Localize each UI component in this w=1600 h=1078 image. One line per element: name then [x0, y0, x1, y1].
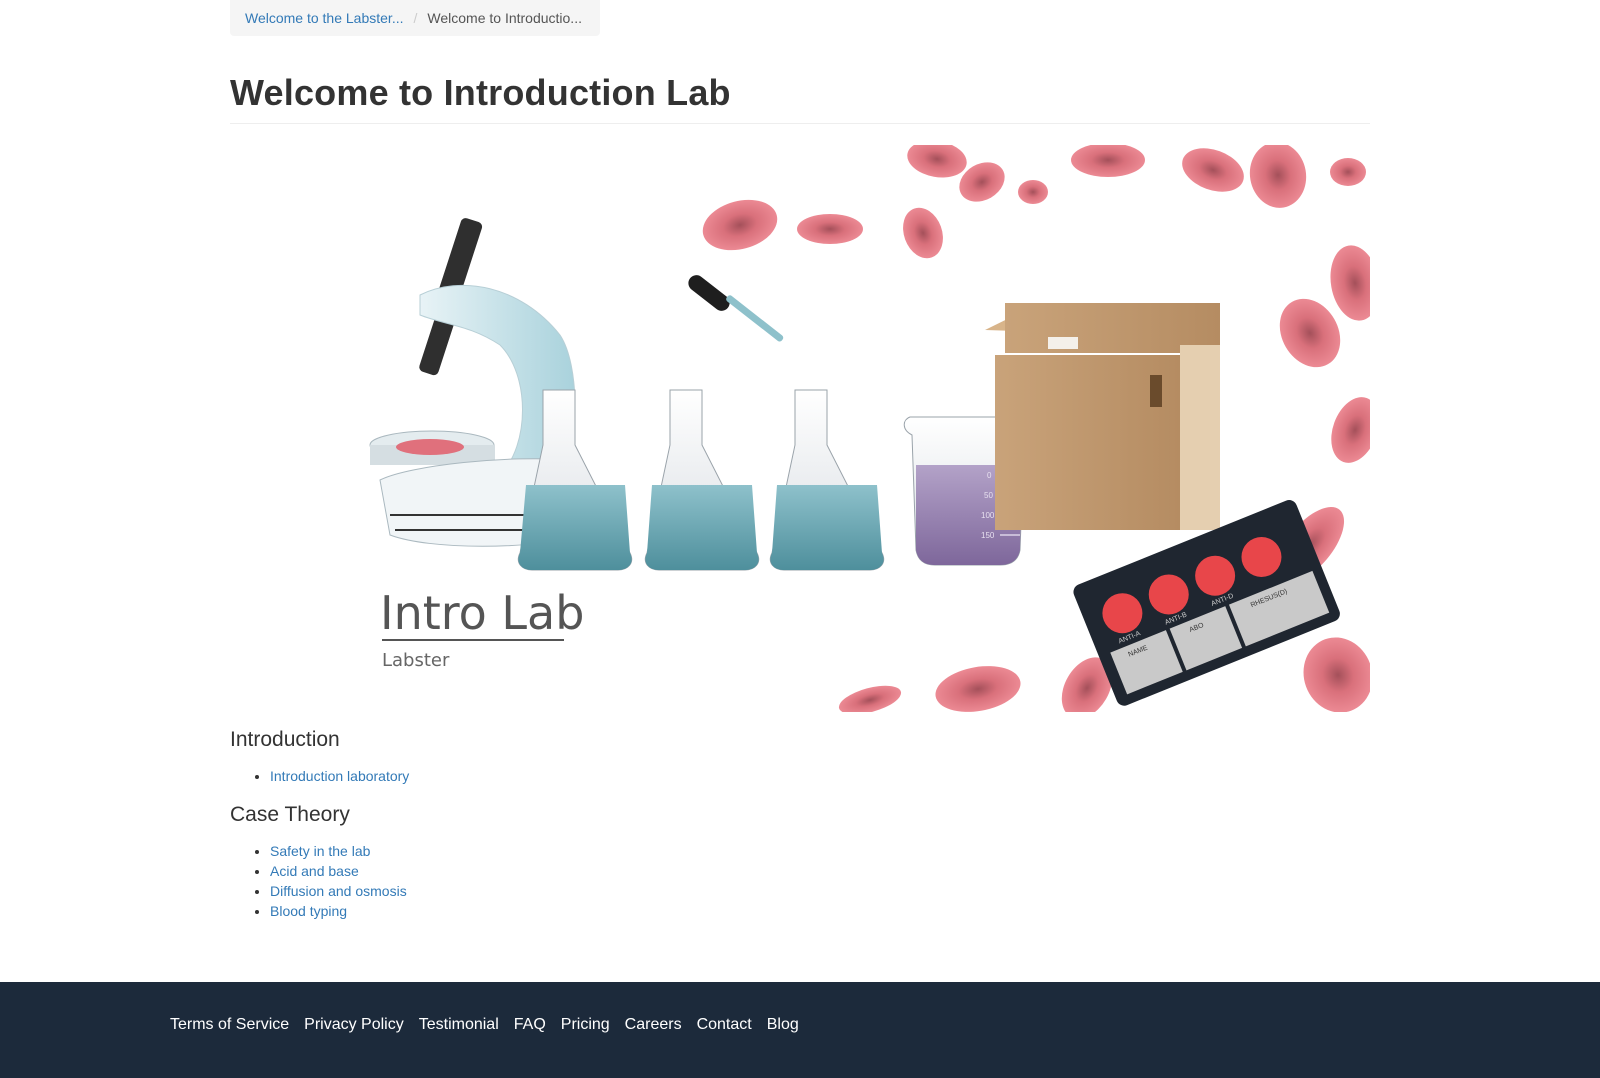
list-item: Safety in the lab — [270, 841, 407, 861]
logo-subtitle: Labster — [382, 650, 450, 671]
breadcrumb-current: Welcome to Introductio... — [427, 10, 582, 26]
flasks-illustration — [517, 389, 885, 571]
footer-link-careers[interactable]: Careers — [625, 1016, 682, 1034]
footer-link-testimonial[interactable]: Testimonial — [419, 1016, 499, 1034]
list-item: Blood typing — [270, 901, 407, 921]
beaker-mark: 50 — [984, 491, 993, 500]
beaker-mark: 100 — [981, 511, 995, 520]
site-footer: Terms of Service Privacy Policy Testimon… — [0, 982, 1600, 1078]
breadcrumb-separator: / — [413, 10, 418, 26]
section-case-theory-title: Case Theory — [230, 803, 350, 826]
footer-link-blog[interactable]: Blog — [767, 1016, 799, 1034]
list-item: Introduction laboratory — [270, 766, 409, 786]
list-item: Acid and base — [270, 861, 407, 881]
link-acid-and-base[interactable]: Acid and base — [270, 863, 359, 879]
cardboard-box-illustration — [985, 303, 1220, 530]
link-diffusion-and-osmosis[interactable]: Diffusion and osmosis — [270, 883, 407, 899]
intro-lab-banner: 0 50 100 150 ANTI-A ANTI-B ANTI-D NAME A… — [230, 145, 1370, 712]
page-title: Welcome to Introduction Lab — [230, 72, 731, 113]
footer-link-pricing[interactable]: Pricing — [561, 1016, 610, 1034]
footer-link-faq[interactable]: FAQ — [514, 1016, 546, 1034]
title-divider — [230, 123, 1370, 124]
breadcrumb: Welcome to the Labster... / Welcome to I… — [230, 0, 600, 36]
footer-nav: Terms of Service Privacy Policy Testimon… — [170, 1016, 799, 1034]
case-theory-link-list: Safety in the lab Acid and base Diffusio… — [230, 841, 407, 921]
footer-link-privacy[interactable]: Privacy Policy — [304, 1016, 404, 1034]
beaker-mark: 150 — [981, 531, 995, 540]
section-introduction-title: Introduction — [230, 728, 340, 751]
footer-link-contact[interactable]: Contact — [697, 1016, 752, 1034]
list-item: Diffusion and osmosis — [270, 881, 407, 901]
intro-lab-logo: Intro Lab Labster — [380, 586, 584, 671]
logo-title: Intro Lab — [380, 586, 584, 640]
dropper-illustration — [688, 275, 784, 342]
breadcrumb-link-labster[interactable]: Welcome to the Labster... — [245, 10, 404, 26]
link-introduction-laboratory[interactable]: Introduction laboratory — [270, 768, 409, 784]
link-blood-typing[interactable]: Blood typing — [270, 903, 347, 919]
link-safety-in-the-lab[interactable]: Safety in the lab — [270, 843, 370, 859]
introduction-link-list: Introduction laboratory — [230, 766, 409, 786]
footer-link-terms[interactable]: Terms of Service — [170, 1016, 289, 1034]
beaker-mark: 0 — [987, 471, 992, 480]
